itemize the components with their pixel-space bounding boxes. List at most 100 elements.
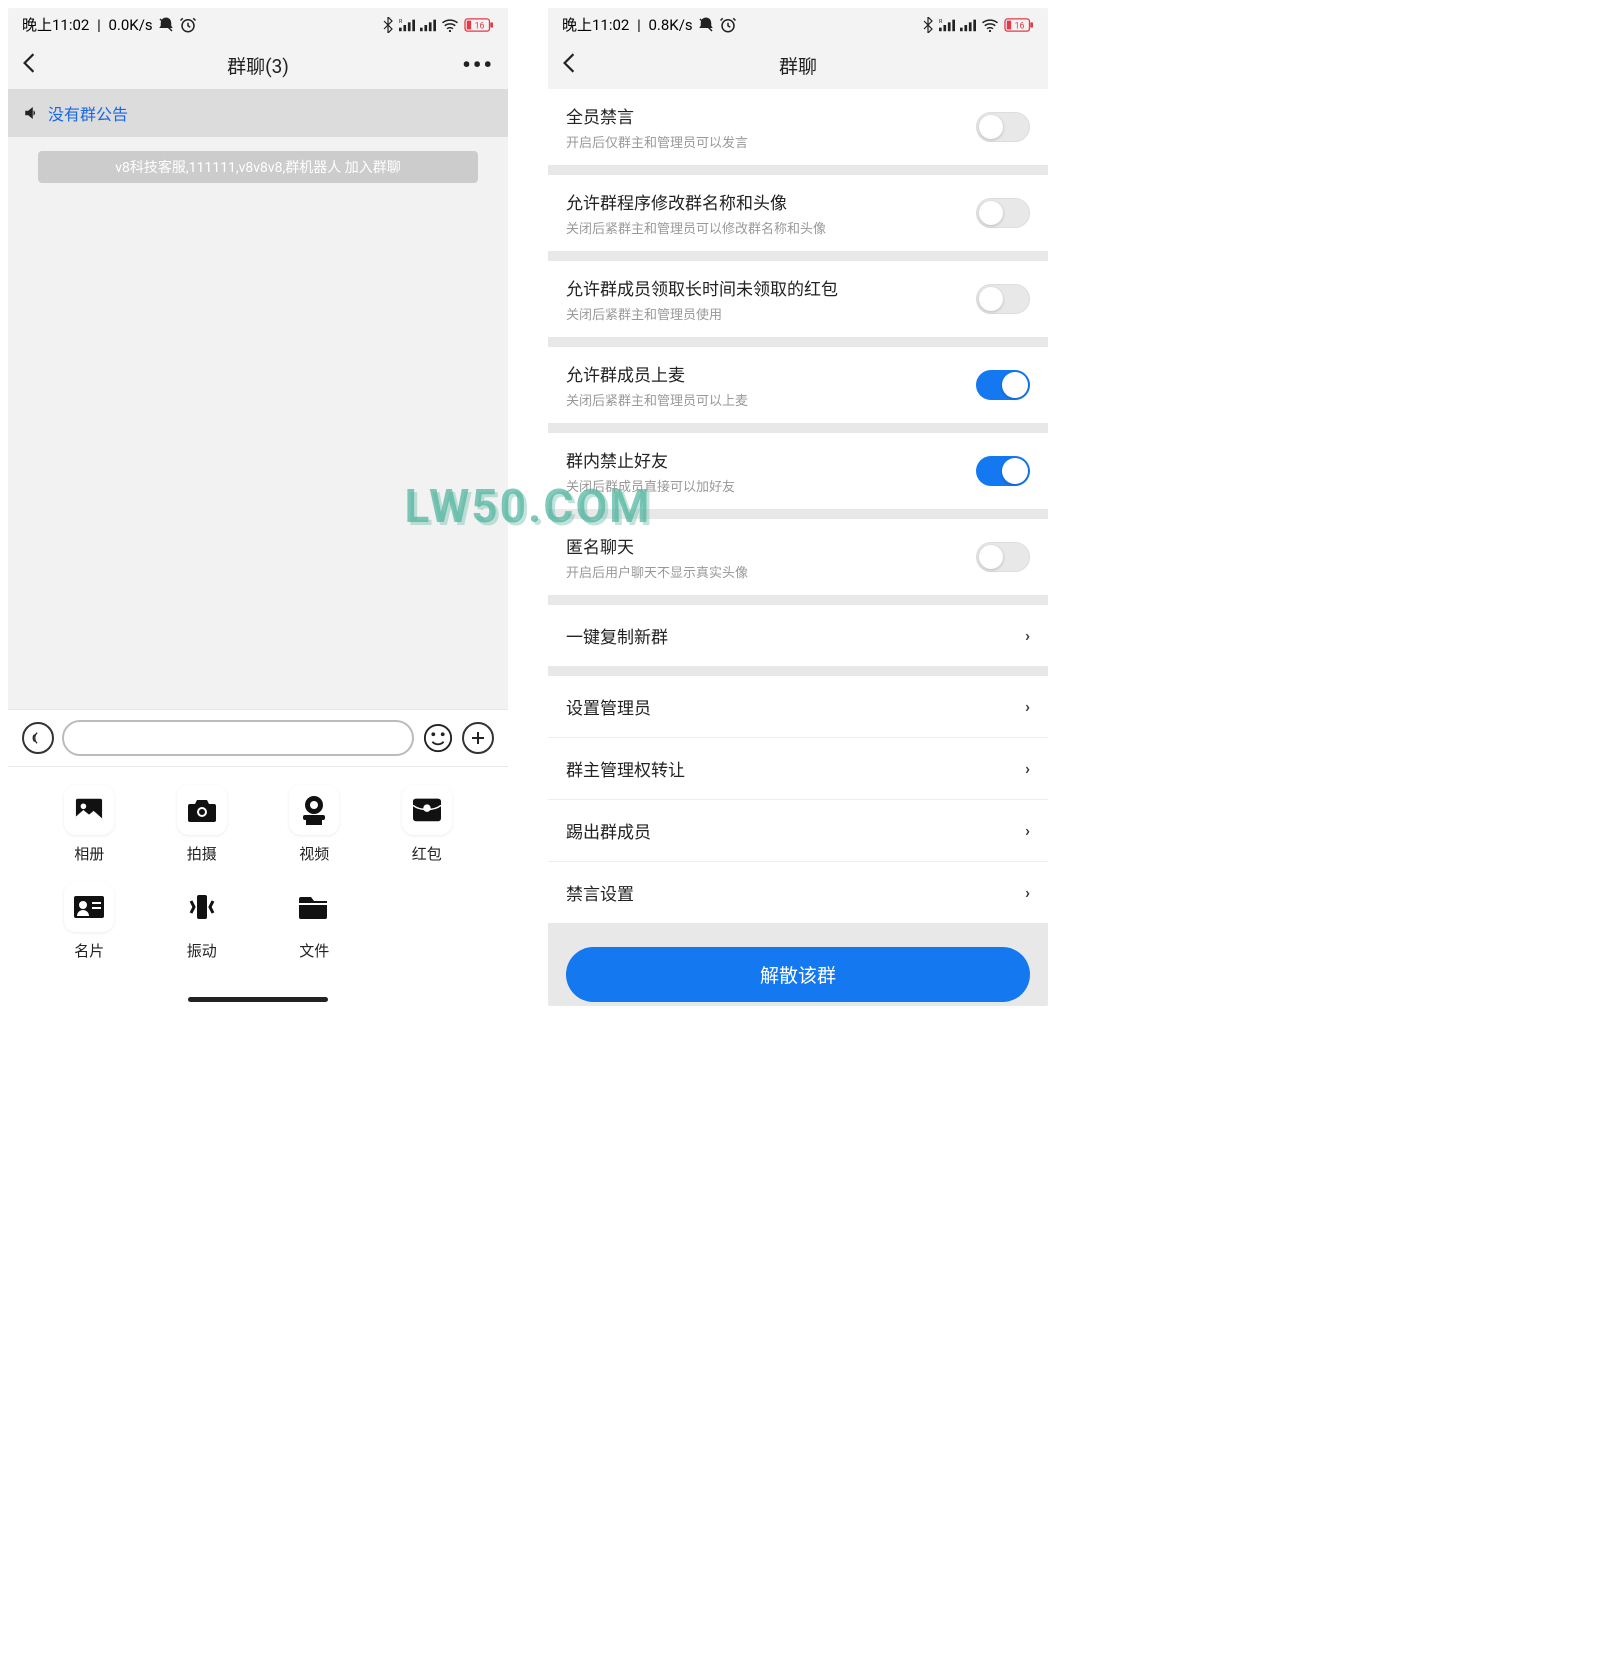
setting-sub: 关闭后群成员直接可以加好友: [566, 476, 735, 495]
attachment-grid: 相册 拍摄 视频 红包 名片 振动: [8, 766, 508, 991]
toggle[interactable]: [976, 198, 1030, 228]
attach-video[interactable]: 视频: [263, 785, 366, 864]
chevron-right-icon: ›: [1025, 759, 1030, 778]
chat-area: v8科技客服,111111,v8v8v8,群机器人 加入群聊: [8, 137, 508, 709]
link-title: 一键复制新群: [566, 623, 668, 648]
announcement-bar[interactable]: 没有群公告: [8, 89, 508, 137]
chevron-right-icon: ›: [1025, 626, 1030, 645]
link-title: 群主管理权转让: [566, 756, 685, 781]
announcement-text: 没有群公告: [48, 101, 128, 125]
nav-title: 群聊: [779, 52, 817, 79]
nav-bar: 群聊(3) •••: [8, 41, 508, 89]
attach-album[interactable]: 相册: [38, 785, 141, 864]
status-time: 晚上11:02: [562, 14, 629, 35]
alarm-icon: [179, 16, 197, 34]
wifi-icon: [981, 18, 999, 32]
setting-allow-redpacket: 允许群成员领取长时间未领取的红包 关闭后紧群主和管理员使用: [548, 261, 1048, 337]
chevron-right-icon: ›: [1025, 697, 1030, 716]
toggle[interactable]: [976, 112, 1030, 142]
link-transfer-owner[interactable]: 群主管理权转让 ›: [548, 737, 1048, 799]
emoji-button[interactable]: [422, 722, 454, 754]
more-button[interactable]: •••: [462, 51, 494, 79]
toggle[interactable]: [976, 542, 1030, 572]
link-title: 禁言设置: [566, 880, 634, 905]
attach-label: 文件: [299, 940, 329, 961]
link-set-admin[interactable]: 设置管理员 ›: [548, 676, 1048, 737]
setting-title: 匿名聊天: [566, 533, 748, 558]
back-button[interactable]: [22, 51, 36, 79]
link-title: 设置管理员: [566, 694, 651, 719]
settings-list: 全员禁言 开启后仅群主和管理员可以发言 允许群程序修改群名称和头像 关闭后紧群主…: [548, 89, 1048, 1006]
status-bar: 晚上11:02 | 0.8K/s R 16: [548, 8, 1048, 41]
link-mute-settings[interactable]: 禁言设置 ›: [548, 861, 1048, 923]
bluetooth-icon: [382, 17, 394, 33]
status-speed: 0.0K/s: [108, 16, 152, 34]
attach-redpacket[interactable]: 红包: [376, 785, 479, 864]
svg-text:R: R: [939, 19, 943, 25]
status-bar: 晚上11:02 | 0.0K/s R 16: [8, 8, 508, 41]
signal-icon: R: [399, 18, 415, 32]
setting-allow-modify: 允许群程序修改群名称和头像 关闭后紧群主和管理员可以修改群名称和头像: [548, 175, 1048, 251]
mute-icon: [697, 16, 715, 34]
attach-label: 红包: [412, 843, 442, 864]
attach-empty: [376, 882, 479, 961]
toggle[interactable]: [976, 370, 1030, 400]
phone-chat: 晚上11:02 | 0.0K/s R 16 群聊(3) •••: [8, 8, 508, 1006]
message-input[interactable]: [62, 720, 414, 756]
mute-icon: [157, 16, 175, 34]
attach-file[interactable]: 文件: [263, 882, 366, 961]
link-title: 踢出群成员: [566, 818, 651, 843]
status-time: 晚上11:02: [22, 14, 89, 35]
alarm-icon: [719, 16, 737, 34]
nav-title: 群聊(3): [227, 52, 289, 79]
attach-namecard[interactable]: 名片: [38, 882, 141, 961]
toggle[interactable]: [976, 284, 1030, 314]
wifi-icon: [441, 18, 459, 32]
signal2-icon: [420, 18, 436, 32]
setting-sub: 关闭后紧群主和管理员使用: [566, 304, 838, 323]
setting-sub: 开启后用户聊天不显示真实头像: [566, 562, 748, 581]
back-button[interactable]: [562, 51, 576, 79]
home-indicator: [188, 997, 328, 1002]
dissolve-group-button[interactable]: 解散该群: [566, 947, 1030, 1002]
attach-label: 相册: [74, 843, 104, 864]
status-sep: |: [93, 16, 104, 34]
voice-button[interactable]: [22, 722, 54, 754]
attach-label: 拍摄: [187, 843, 217, 864]
setting-mute-all: 全员禁言 开启后仅群主和管理员可以发言: [548, 89, 1048, 165]
battery-icon: 16: [464, 18, 494, 32]
attach-label: 名片: [74, 940, 104, 961]
link-kick-member[interactable]: 踢出群成员 ›: [548, 799, 1048, 861]
setting-title: 允许群成员上麦: [566, 361, 748, 386]
plus-button[interactable]: [462, 722, 494, 754]
system-message: v8科技客服,111111,v8v8v8,群机器人 加入群聊: [38, 151, 478, 183]
phone-settings: 晚上11:02 | 0.8K/s R 16 群聊: [548, 8, 1048, 1006]
chevron-right-icon: ›: [1025, 821, 1030, 840]
chevron-right-icon: ›: [1025, 883, 1030, 902]
setting-anonymous: 匿名聊天 开启后用户聊天不显示真实头像: [548, 519, 1048, 595]
status-speed: 0.8K/s: [648, 16, 692, 34]
setting-title: 允许群成员领取长时间未领取的红包: [566, 275, 838, 300]
input-bar: [8, 709, 508, 766]
setting-title: 群内禁止好友: [566, 447, 735, 472]
link-clone-group[interactable]: 一键复制新群 ›: [548, 605, 1048, 666]
svg-text:16: 16: [475, 21, 485, 31]
setting-sub: 开启后仅群主和管理员可以发言: [566, 132, 748, 151]
svg-text:R: R: [399, 19, 403, 25]
attach-label: 振动: [187, 940, 217, 961]
setting-sub: 关闭后紧群主和管理员可以上麦: [566, 390, 748, 409]
battery-icon: 16: [1004, 18, 1034, 32]
svg-text:16: 16: [1015, 21, 1025, 31]
setting-allow-mic: 允许群成员上麦 关闭后紧群主和管理员可以上麦: [548, 347, 1048, 423]
setting-title: 全员禁言: [566, 103, 748, 128]
nav-bar: 群聊: [548, 41, 1048, 89]
attach-camera[interactable]: 拍摄: [151, 785, 254, 864]
bluetooth-icon: [922, 17, 934, 33]
attach-vibrate[interactable]: 振动: [151, 882, 254, 961]
signal-icon: R: [939, 18, 955, 32]
signal2-icon: [960, 18, 976, 32]
setting-title: 允许群程序修改群名称和头像: [566, 189, 826, 214]
speaker-icon: [22, 104, 42, 122]
status-sep: |: [633, 16, 644, 34]
toggle[interactable]: [976, 456, 1030, 486]
